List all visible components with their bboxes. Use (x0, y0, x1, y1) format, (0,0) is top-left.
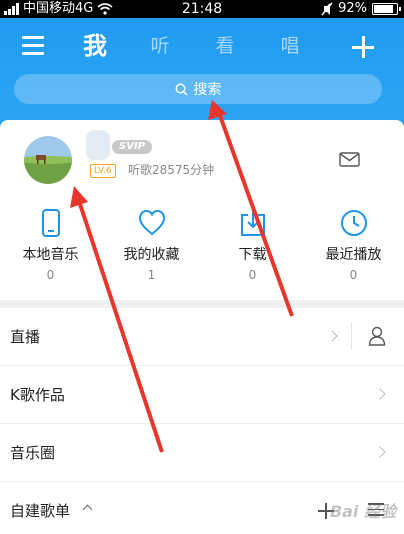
tab-listen[interactable]: 听 (145, 30, 175, 62)
watermark: Bai 经验 (329, 502, 396, 521)
level-badge: LV.6 (90, 164, 116, 178)
stat-recent[interactable]: 最近播放 0 (303, 208, 404, 283)
phone-icon (41, 209, 60, 237)
chevron-right-icon (374, 446, 386, 458)
clock-icon (340, 210, 367, 236)
avatar-image (24, 136, 72, 184)
chevron-up-icon[interactable] (82, 504, 93, 515)
person-icon[interactable] (368, 326, 386, 346)
avatar[interactable] (24, 136, 72, 184)
menu-item-karaoke[interactable]: K歌作品 (0, 366, 404, 424)
menu-item-label: 自建歌单 (10, 502, 71, 520)
menu-icon[interactable] (22, 36, 44, 56)
stat-local-music[interactable]: 本地音乐 0 (0, 208, 101, 283)
mute-icon (321, 2, 333, 16)
menu-item-music-circle[interactable]: 音乐圈 (0, 424, 404, 482)
divider (351, 322, 352, 350)
stat-label: 我的收藏 (123, 247, 180, 263)
chevron-right-icon (374, 388, 386, 400)
stat-count: 0 (349, 268, 358, 282)
battery-percent: 92% (338, 1, 367, 16)
battery-icon (372, 3, 401, 15)
listen-time: 听歌28575分钟 (128, 163, 215, 177)
search-bar[interactable]: 搜索 (14, 74, 382, 104)
stat-downloads[interactable]: 下载 0 (202, 208, 303, 283)
mail-icon[interactable] (339, 152, 360, 167)
add-icon[interactable] (352, 36, 374, 58)
menu-item-label: 音乐圈 (10, 444, 56, 462)
stat-count: 0 (46, 268, 55, 282)
stat-count: 0 (248, 268, 257, 282)
heart-icon (138, 209, 165, 236)
tab-watch[interactable]: 看 (210, 30, 240, 62)
download-icon (240, 210, 265, 236)
tab-sing[interactable]: 唱 (275, 30, 305, 62)
status-right: 92% (321, 0, 401, 18)
search-icon (174, 82, 187, 95)
top-tabs: 我 听 看 唱 (80, 30, 305, 62)
search-label: 搜索 (193, 82, 222, 98)
tab-me[interactable]: 我 (80, 30, 110, 62)
chevron-right-icon (326, 330, 338, 342)
menu-item-live[interactable]: 直播 (0, 308, 404, 366)
stat-label: 下载 (238, 247, 267, 263)
menu-item-label: 直播 (10, 328, 41, 346)
menu-item-label: K歌作品 (10, 386, 65, 404)
svip-badge: SVIP (112, 140, 152, 154)
username (86, 130, 110, 160)
stat-count: 1 (147, 268, 156, 282)
quick-stats: 本地音乐 0 我的收藏 1 下载 0 最近播放 0 (0, 208, 404, 283)
profile-card: SVIP LV.6 听歌28575分钟 本地音乐 0 我的收藏 1 下载 0 最… (0, 120, 404, 300)
status-bar: 中国移动4G 21:48 92% (0, 0, 404, 18)
battery-fill (374, 5, 394, 13)
stat-label: 最近播放 (325, 247, 382, 263)
stat-favorites[interactable]: 我的收藏 1 (101, 208, 202, 283)
stat-label: 本地音乐 (22, 247, 79, 263)
